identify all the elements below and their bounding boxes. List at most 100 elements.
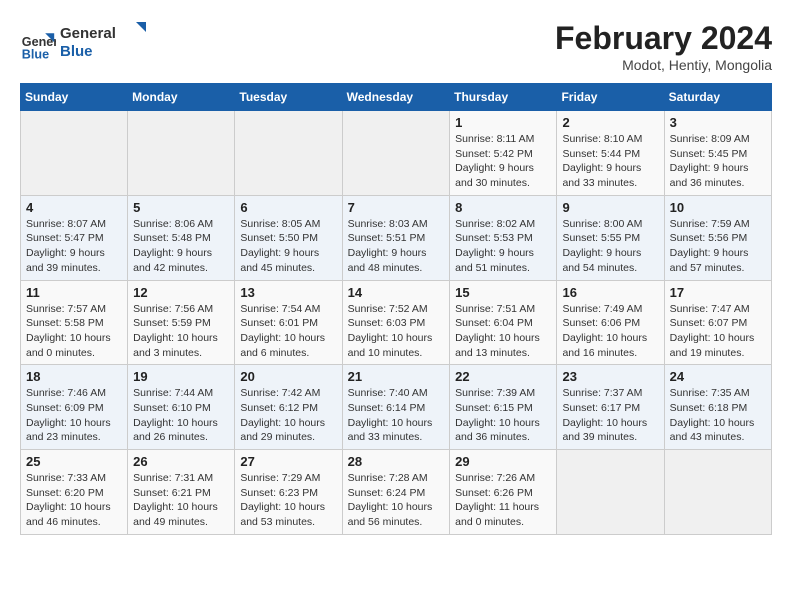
- day-cell: 27 Sunrise: 7:29 AMSunset: 6:23 PMDayligh…: [235, 450, 342, 535]
- day-number: 4: [26, 200, 122, 215]
- header-cell-tuesday: Tuesday: [235, 84, 342, 111]
- day-cell: 17Sunrise: 7:47 AMSunset: 6:07 PMDayligh…: [664, 280, 771, 365]
- svg-text:Blue: Blue: [22, 47, 49, 61]
- day-cell: [21, 111, 128, 196]
- header-row: SundayMondayTuesdayWednesdayThursdayFrid…: [21, 84, 772, 111]
- day-info: Sunrise: 7:46 AMSunset: 6:09 PMDaylight:…: [26, 386, 122, 445]
- day-cell: 4Sunrise: 8:07 AMSunset: 5:47 PMDaylight…: [21, 195, 128, 280]
- day-cell: 15 Sunrise: 7:51 AMSunset: 6:04 PMDayligh…: [450, 280, 557, 365]
- day-info: Sunrise: 8:02 AMSunset: 5:53 PMDaylight:…: [455, 217, 551, 276]
- day-cell: 20Sunrise: 7:42 AMSunset: 6:12 PMDayligh…: [235, 365, 342, 450]
- day-cell: 24Sunrise: 7:35 AMSunset: 6:18 PMDayligh…: [664, 365, 771, 450]
- day-cell: [128, 111, 235, 196]
- day-info: Sunrise: 8:03 AMSunset: 5:51 PMDaylight:…: [348, 217, 445, 276]
- day-cell: 18 Sunrise: 7:46 AMSunset: 6:09 PMDayligh…: [21, 365, 128, 450]
- logo-icon: General Blue: [20, 26, 56, 62]
- day-info: Sunrise: 7:56 AMSunset: 5:59 PMDaylight:…: [133, 302, 229, 361]
- day-number: 12: [133, 285, 229, 300]
- svg-text:General: General: [60, 25, 116, 42]
- day-number: 10: [670, 200, 766, 215]
- day-info: Sunrise: 8:06 AMSunset: 5:48 PMDaylight:…: [133, 217, 229, 276]
- day-number: 5: [133, 200, 229, 215]
- day-cell: 26Sunrise: 7:31 AMSunset: 6:21 PMDayligh…: [128, 450, 235, 535]
- day-cell: 7 Sunrise: 8:03 AMSunset: 5:51 PMDaylight…: [342, 195, 450, 280]
- day-cell: 22Sunrise: 7:39 AMSunset: 6:15 PMDayligh…: [450, 365, 557, 450]
- day-info: Sunrise: 7:26 AMSunset: 6:26 PMDaylight:…: [455, 471, 551, 530]
- day-info: Sunrise: 8:05 AMSunset: 5:50 PMDaylight:…: [240, 217, 336, 276]
- day-info: Sunrise: 8:00 AMSunset: 5:55 PMDaylight:…: [562, 217, 658, 276]
- day-cell: 6Sunrise: 8:05 AMSunset: 5:50 PMDaylight…: [235, 195, 342, 280]
- day-number: 23: [562, 369, 658, 384]
- day-cell: 5 Sunrise: 8:06 AMSunset: 5:48 PMDaylight…: [128, 195, 235, 280]
- day-info: Sunrise: 7:49 AMSunset: 6:06 PMDaylight:…: [562, 302, 658, 361]
- day-info: Sunrise: 7:29 AMSunset: 6:23 PMDaylight:…: [240, 471, 336, 530]
- day-info: Sunrise: 7:31 AMSunset: 6:21 PMDaylight:…: [133, 471, 229, 530]
- day-number: 9: [562, 200, 658, 215]
- week-row-2: 11 Sunrise: 7:57 AMSunset: 5:58 PMDayligh…: [21, 280, 772, 365]
- day-info: Sunrise: 7:57 AMSunset: 5:58 PMDaylight:…: [26, 302, 122, 361]
- header-cell-thursday: Thursday: [450, 84, 557, 111]
- day-cell: 2 Sunrise: 8:10 AMSunset: 5:44 PMDaylight…: [557, 111, 664, 196]
- header-cell-wednesday: Wednesday: [342, 84, 450, 111]
- day-info: Sunrise: 8:11 AMSunset: 5:42 PMDaylight:…: [455, 132, 551, 191]
- day-number: 1: [455, 115, 551, 130]
- day-number: 21: [348, 369, 445, 384]
- day-info: Sunrise: 7:44 AMSunset: 6:10 PMDaylight:…: [133, 386, 229, 445]
- day-number: 16: [562, 285, 658, 300]
- day-cell: 28Sunrise: 7:28 AMSunset: 6:24 PMDayligh…: [342, 450, 450, 535]
- day-number: 15: [455, 285, 551, 300]
- day-cell: 3 Sunrise: 8:09 AMSunset: 5:45 PMDaylight…: [664, 111, 771, 196]
- week-row-3: 18 Sunrise: 7:46 AMSunset: 6:09 PMDayligh…: [21, 365, 772, 450]
- day-cell: 8 Sunrise: 8:02 AMSunset: 5:53 PMDaylight…: [450, 195, 557, 280]
- day-info: Sunrise: 7:37 AMSunset: 6:17 PMDaylight:…: [562, 386, 658, 445]
- month-title: February 2024: [555, 20, 772, 57]
- day-number: 27: [240, 454, 336, 469]
- day-info: Sunrise: 7:51 AMSunset: 6:04 PMDaylight:…: [455, 302, 551, 361]
- day-info: Sunrise: 8:10 AMSunset: 5:44 PMDaylight:…: [562, 132, 658, 191]
- day-cell: [664, 450, 771, 535]
- day-cell: 10Sunrise: 7:59 AMSunset: 5:56 PMDayligh…: [664, 195, 771, 280]
- header-cell-sunday: Sunday: [21, 84, 128, 111]
- day-cell: 23 Sunrise: 7:37 AMSunset: 6:17 PMDayligh…: [557, 365, 664, 450]
- day-cell: 9 Sunrise: 8:00 AMSunset: 5:55 PMDaylight…: [557, 195, 664, 280]
- day-number: 19: [133, 369, 229, 384]
- header-cell-saturday: Saturday: [664, 84, 771, 111]
- day-number: 29: [455, 454, 551, 469]
- day-info: Sunrise: 7:35 AMSunset: 6:18 PMDaylight:…: [670, 386, 766, 445]
- day-cell: 29 Sunrise: 7:26 AMSunset: 6:26 PMDayligh…: [450, 450, 557, 535]
- location: Modot, Hentiy, Mongolia: [555, 57, 772, 73]
- week-row-0: 1 Sunrise: 8:11 AMSunset: 5:42 PMDaylight…: [21, 111, 772, 196]
- day-cell: [235, 111, 342, 196]
- day-cell: 1 Sunrise: 8:11 AMSunset: 5:42 PMDaylight…: [450, 111, 557, 196]
- svg-text:Blue: Blue: [60, 43, 93, 60]
- day-info: Sunrise: 8:09 AMSunset: 5:45 PMDaylight:…: [670, 132, 766, 191]
- day-cell: 12 Sunrise: 7:56 AMSunset: 5:59 PMDayligh…: [128, 280, 235, 365]
- day-cell: 14 Sunrise: 7:52 AMSunset: 6:03 PMDayligh…: [342, 280, 450, 365]
- day-number: 18: [26, 369, 122, 384]
- day-cell: 16 Sunrise: 7:49 AMSunset: 6:06 PMDayligh…: [557, 280, 664, 365]
- day-number: 3: [670, 115, 766, 130]
- day-info: Sunrise: 7:52 AMSunset: 6:03 PMDaylight:…: [348, 302, 445, 361]
- day-number: 17: [670, 285, 766, 300]
- day-number: 7: [348, 200, 445, 215]
- day-cell: 11 Sunrise: 7:57 AMSunset: 5:58 PMDayligh…: [21, 280, 128, 365]
- title-area: February 2024 Modot, Hentiy, Mongolia: [555, 20, 772, 73]
- day-cell: 13Sunrise: 7:54 AMSunset: 6:01 PMDayligh…: [235, 280, 342, 365]
- header-cell-monday: Monday: [128, 84, 235, 111]
- day-number: 11: [26, 285, 122, 300]
- day-number: 25: [26, 454, 122, 469]
- day-number: 8: [455, 200, 551, 215]
- logo: General Blue General Blue: [20, 20, 150, 67]
- day-info: Sunrise: 7:42 AMSunset: 6:12 PMDaylight:…: [240, 386, 336, 445]
- day-info: Sunrise: 7:40 AMSunset: 6:14 PMDaylight:…: [348, 386, 445, 445]
- day-info: Sunrise: 7:39 AMSunset: 6:15 PMDaylight:…: [455, 386, 551, 445]
- day-cell: [557, 450, 664, 535]
- day-number: 2: [562, 115, 658, 130]
- logo-svg: General Blue: [60, 20, 150, 62]
- day-number: 14: [348, 285, 445, 300]
- header-cell-friday: Friday: [557, 84, 664, 111]
- day-cell: 21 Sunrise: 7:40 AMSunset: 6:14 PMDayligh…: [342, 365, 450, 450]
- day-info: Sunrise: 7:54 AMSunset: 6:01 PMDaylight:…: [240, 302, 336, 361]
- week-row-4: 25Sunrise: 7:33 AMSunset: 6:20 PMDayligh…: [21, 450, 772, 535]
- day-cell: 19 Sunrise: 7:44 AMSunset: 6:10 PMDayligh…: [128, 365, 235, 450]
